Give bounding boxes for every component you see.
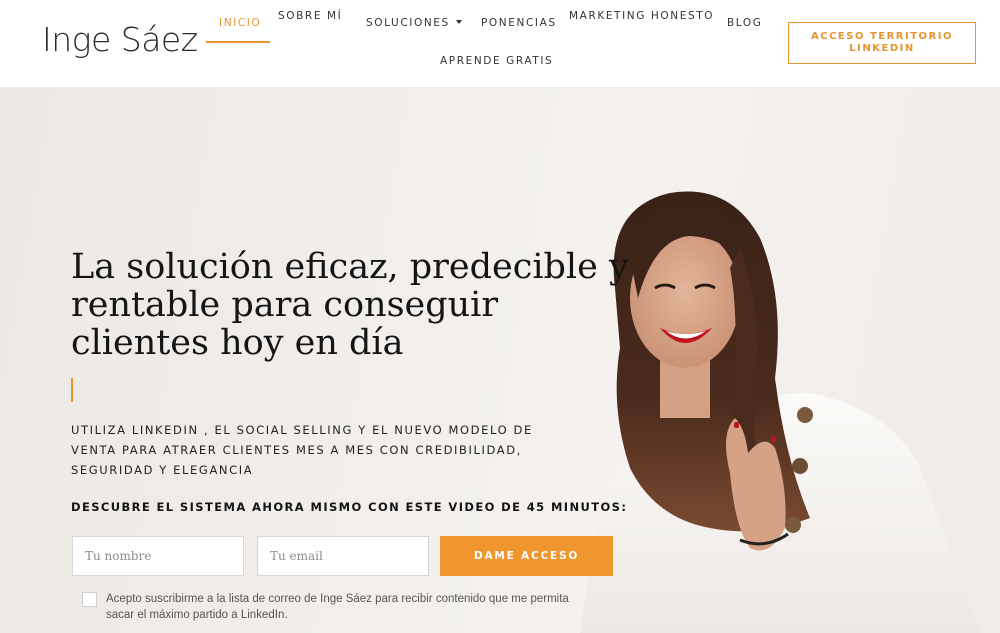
nav-item-blog[interactable]: Blog bbox=[727, 17, 762, 29]
nav-item-inicio[interactable]: Inicio bbox=[219, 17, 261, 29]
site-logo[interactable]: Inge Sáez bbox=[42, 20, 198, 59]
dame-acceso-button[interactable]: DAME ACCESO bbox=[440, 536, 613, 576]
nav-item-soluciones[interactable]: Soluciones bbox=[366, 17, 462, 29]
accent-divider bbox=[71, 378, 73, 402]
nav-item-sobre-mi[interactable]: Sobre mí bbox=[278, 10, 342, 22]
consent-label: Acepto suscribirme a la lista de correo … bbox=[106, 593, 569, 621]
video-cta-text: DESCUBRE EL SISTEMA AHORA MISMO CON ESTE… bbox=[71, 500, 628, 514]
chevron-down-icon bbox=[455, 20, 462, 24]
nav-item-marketing-honesto[interactable]: Marketing Honesto bbox=[569, 10, 714, 22]
email-input[interactable] bbox=[257, 536, 429, 576]
hero-subtitle: UTILIZA LINKEDIN , EL SOCIAL SELLING Y E… bbox=[71, 423, 533, 477]
nav-item-ponencias[interactable]: Ponencias bbox=[481, 17, 557, 29]
nav-item-aprende-gratis[interactable]: Aprende gratis bbox=[440, 55, 553, 67]
nav-item-soluciones-label: Soluciones bbox=[366, 17, 450, 29]
name-input[interactable] bbox=[72, 536, 244, 576]
site-header: Inge Sáez Inicio Sobre mí Soluciones Pon… bbox=[0, 0, 1000, 88]
hero-section: La solución eficaz, predecible y rentabl… bbox=[0, 88, 1000, 633]
consent-checkbox[interactable] bbox=[82, 592, 97, 607]
acceso-territorio-linkedin-button[interactable]: ACCESO TERRITORIO LINKEDIN bbox=[788, 22, 976, 64]
hero-title: La solución eficaz, predecible y rentabl… bbox=[71, 247, 629, 363]
nav-active-indicator bbox=[206, 41, 270, 43]
